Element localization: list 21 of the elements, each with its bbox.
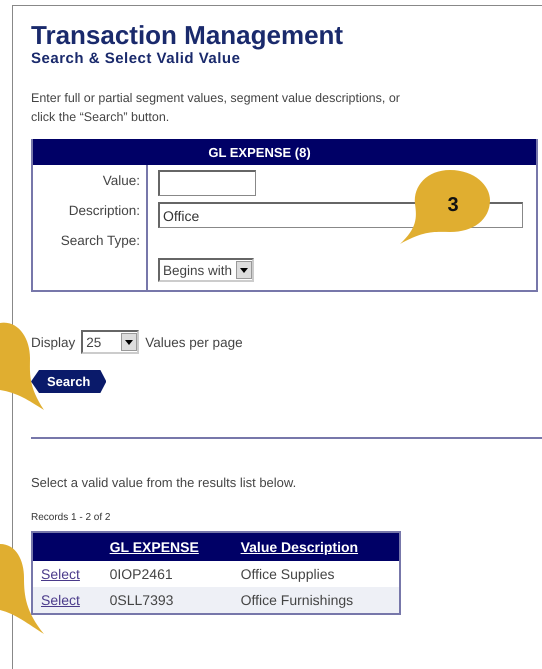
table-cell: Office Furnishings bbox=[232, 587, 400, 614]
table-cell: 0IOP2461 bbox=[102, 561, 233, 587]
page-subtitle: Search & Select Valid Value bbox=[31, 50, 242, 67]
field-label: Value: bbox=[102, 172, 140, 190]
search-button[interactable]: Search bbox=[31, 370, 106, 393]
display-suffix: Values per page bbox=[145, 334, 243, 350]
value-input-field[interactable] bbox=[158, 170, 256, 196]
form-header: GL EXPENSE (8) bbox=[33, 139, 536, 165]
display-label: Display bbox=[31, 334, 76, 350]
results-instruction: Select a valid value from the results list below. bbox=[31, 475, 298, 490]
instruction-text: click the “Search” button. bbox=[31, 109, 170, 126]
field-label: Description: bbox=[68, 202, 140, 220]
page-size-dropdown[interactable]: 25 bbox=[81, 330, 140, 354]
instruction-text: Enter full or partial segment values, segment value descriptions, or bbox=[31, 90, 400, 107]
select-link[interactable]: Select bbox=[41, 566, 80, 582]
search-type-dropdown[interactable]: Begins with bbox=[158, 258, 254, 282]
field-label: Search Type: bbox=[60, 232, 140, 250]
records-count: Records 1 - 2 of 2 bbox=[31, 512, 112, 523]
page-title: Transaction Management bbox=[31, 20, 344, 50]
table-cell: 0SLL7393 bbox=[102, 587, 233, 614]
table-cell: Office Supplies bbox=[232, 561, 400, 587]
